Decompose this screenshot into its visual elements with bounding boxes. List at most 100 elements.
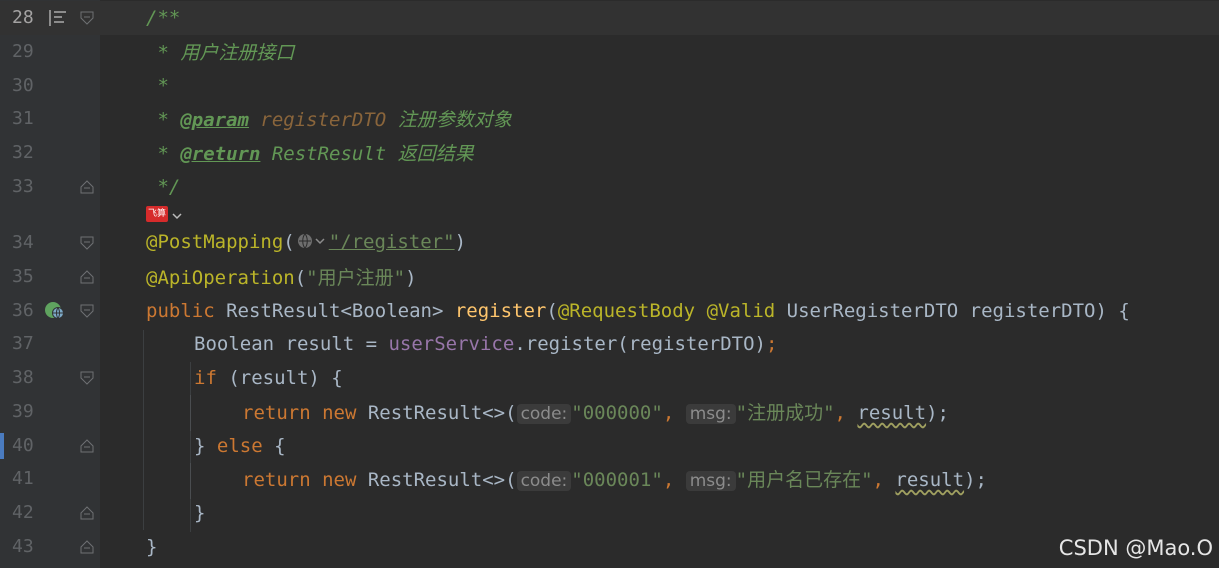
line-number: 31	[12, 108, 34, 130]
if-condition: (result) {	[216, 366, 343, 389]
fold-open-icon[interactable]	[80, 371, 94, 385]
param-hint-msg: msg:	[685, 404, 736, 425]
close-brace: }	[146, 535, 158, 558]
doc-param-line: * @param registerDTO 注册参数对象	[146, 105, 511, 132]
fold-close-icon[interactable]	[80, 506, 94, 520]
line-number: 42	[12, 502, 34, 524]
fold-close-icon[interactable]	[80, 270, 94, 284]
line-number: 35	[12, 266, 34, 288]
code-line-41[interactable]: 41 return new RestResult<>(code: "000001"…	[0, 462, 1219, 496]
post-mapping-annotation: @PostMapping	[146, 230, 284, 253]
code-line-34[interactable]: 34 @PostMapping( "/register")	[0, 226, 1219, 260]
open-brace: {	[262, 434, 286, 457]
fold-close-icon[interactable]	[80, 439, 94, 453]
author-badge-icon[interactable]: 飞算	[146, 206, 169, 222]
public-keyword: public	[146, 299, 215, 322]
doc-return-line: * @return RestResult 返回结果	[146, 139, 474, 166]
code-line-28[interactable]: 28 /**	[0, 1, 1219, 35]
new-keyword: new	[310, 469, 368, 492]
globe-icon[interactable]	[297, 232, 327, 255]
code-line-30[interactable]: 30 *	[0, 69, 1219, 103]
paren: (	[546, 299, 558, 322]
doc-prefix: *	[146, 109, 181, 132]
code-line-32[interactable]: 32 * @return RestResult 返回结果	[0, 136, 1219, 170]
comma: ,	[662, 469, 686, 492]
semicolon: ;	[765, 332, 778, 355]
method-signature: public RestResult<Boolean> register(@Req…	[146, 300, 1130, 322]
else-keyword: else	[216, 434, 263, 457]
param-hint-msg: msg:	[685, 471, 736, 492]
fold-close-icon[interactable]	[80, 540, 94, 554]
constructor-call: RestResult<>(	[367, 402, 517, 425]
user-service-field[interactable]: userService	[388, 333, 514, 355]
doc-return-desc: RestResult 返回结果	[260, 143, 474, 166]
constructor-call: RestResult<>(	[367, 469, 517, 492]
paren: )	[405, 267, 417, 290]
statement-end: );	[964, 469, 987, 492]
msg-value: "注册成功"	[735, 402, 835, 425]
line-number: 32	[12, 142, 34, 164]
line-number: 39	[12, 401, 34, 423]
code-line-42[interactable]: 42 }	[0, 496, 1219, 530]
line-number: 29	[12, 41, 34, 63]
result-arg[interactable]: result	[895, 469, 964, 491]
post-mapping-line: @PostMapping( "/register")	[146, 231, 466, 255]
post-mapping-path[interactable]: "/register"	[329, 231, 455, 253]
endpoint-globe-icon[interactable]	[44, 301, 66, 326]
new-keyword: new	[310, 402, 368, 425]
return-failure: return new RestResult<>(code: "000001", m…	[242, 465, 987, 492]
if-keyword: if	[194, 366, 217, 389]
inlay-author-row[interactable]: 飞算	[146, 203, 182, 225]
code-line-38[interactable]: 38 if (result) {	[0, 361, 1219, 395]
line-number: 41	[12, 468, 34, 490]
code-value: "000000"	[571, 402, 663, 425]
comma: ,	[662, 402, 686, 425]
doc-return-tag[interactable]: @return	[180, 143, 260, 165]
doc-prefix: *	[146, 143, 181, 166]
return-success: return new RestResult<>(code: "000000", m…	[242, 398, 949, 425]
api-operation-text: "用户注册"	[306, 267, 406, 290]
method-params: UserRegisterDTO registerDTO) {	[775, 299, 1130, 322]
return-type: RestResult<Boolean>	[214, 299, 455, 322]
doc-render-icon[interactable]	[48, 9, 68, 32]
doc-param-tag[interactable]: @param	[180, 109, 249, 131]
fold-close-icon[interactable]	[80, 180, 94, 194]
doc-blank: *	[146, 74, 169, 97]
code-line-35[interactable]: 35 @ApiOperation("用户注册")	[0, 260, 1219, 294]
fold-open-icon[interactable]	[80, 304, 94, 318]
result-arg[interactable]: result	[857, 402, 926, 424]
paren: )	[454, 230, 467, 253]
fold-open-icon[interactable]	[80, 236, 94, 250]
code-line-33[interactable]: 33 */	[0, 170, 1219, 204]
param-hint-code: code:	[516, 404, 572, 425]
code-line-29[interactable]: 29 * 用户注册接口	[0, 35, 1219, 69]
code-line-31[interactable]: 31 * @param registerDTO 注册参数对象	[0, 102, 1219, 136]
line-number: 34	[12, 232, 34, 254]
line-number: 37	[12, 333, 34, 355]
return-keyword: return	[242, 469, 311, 492]
line-number: 30	[12, 75, 34, 97]
code-line-39[interactable]: 39 return new RestResult<>(code: "000000"…	[0, 395, 1219, 429]
method-name[interactable]: register	[455, 300, 547, 322]
code-line-40[interactable]: 40 } else {	[0, 429, 1219, 463]
chevron-down-icon[interactable]	[172, 203, 182, 225]
line-number: 43	[12, 536, 34, 558]
change-marker[interactable]	[0, 433, 4, 459]
line-number: 28	[12, 7, 34, 29]
doc-summary: * 用户注册接口	[146, 42, 295, 65]
line-number: 40	[12, 435, 34, 457]
statement-end: );	[926, 402, 949, 425]
api-operation-line: @ApiOperation("用户注册")	[146, 263, 417, 290]
code-line-43[interactable]: 43 }	[0, 530, 1219, 564]
return-keyword: return	[242, 402, 311, 425]
code-line-37[interactable]: 37 Boolean result = userService.register…	[0, 327, 1219, 361]
line-number: 38	[12, 367, 34, 389]
doc-param-name: registerDTO	[248, 109, 387, 132]
api-operation-annotation: @ApiOperation	[146, 267, 295, 290]
if-statement: if (result) {	[194, 367, 343, 389]
fold-open-icon[interactable]	[80, 11, 94, 25]
param-hint-code: code:	[516, 471, 572, 492]
doc-comment-close: */	[146, 175, 181, 198]
code-line-36[interactable]: 36 public RestResult<Boolean> register(@…	[0, 294, 1219, 328]
paren: (	[283, 230, 295, 253]
